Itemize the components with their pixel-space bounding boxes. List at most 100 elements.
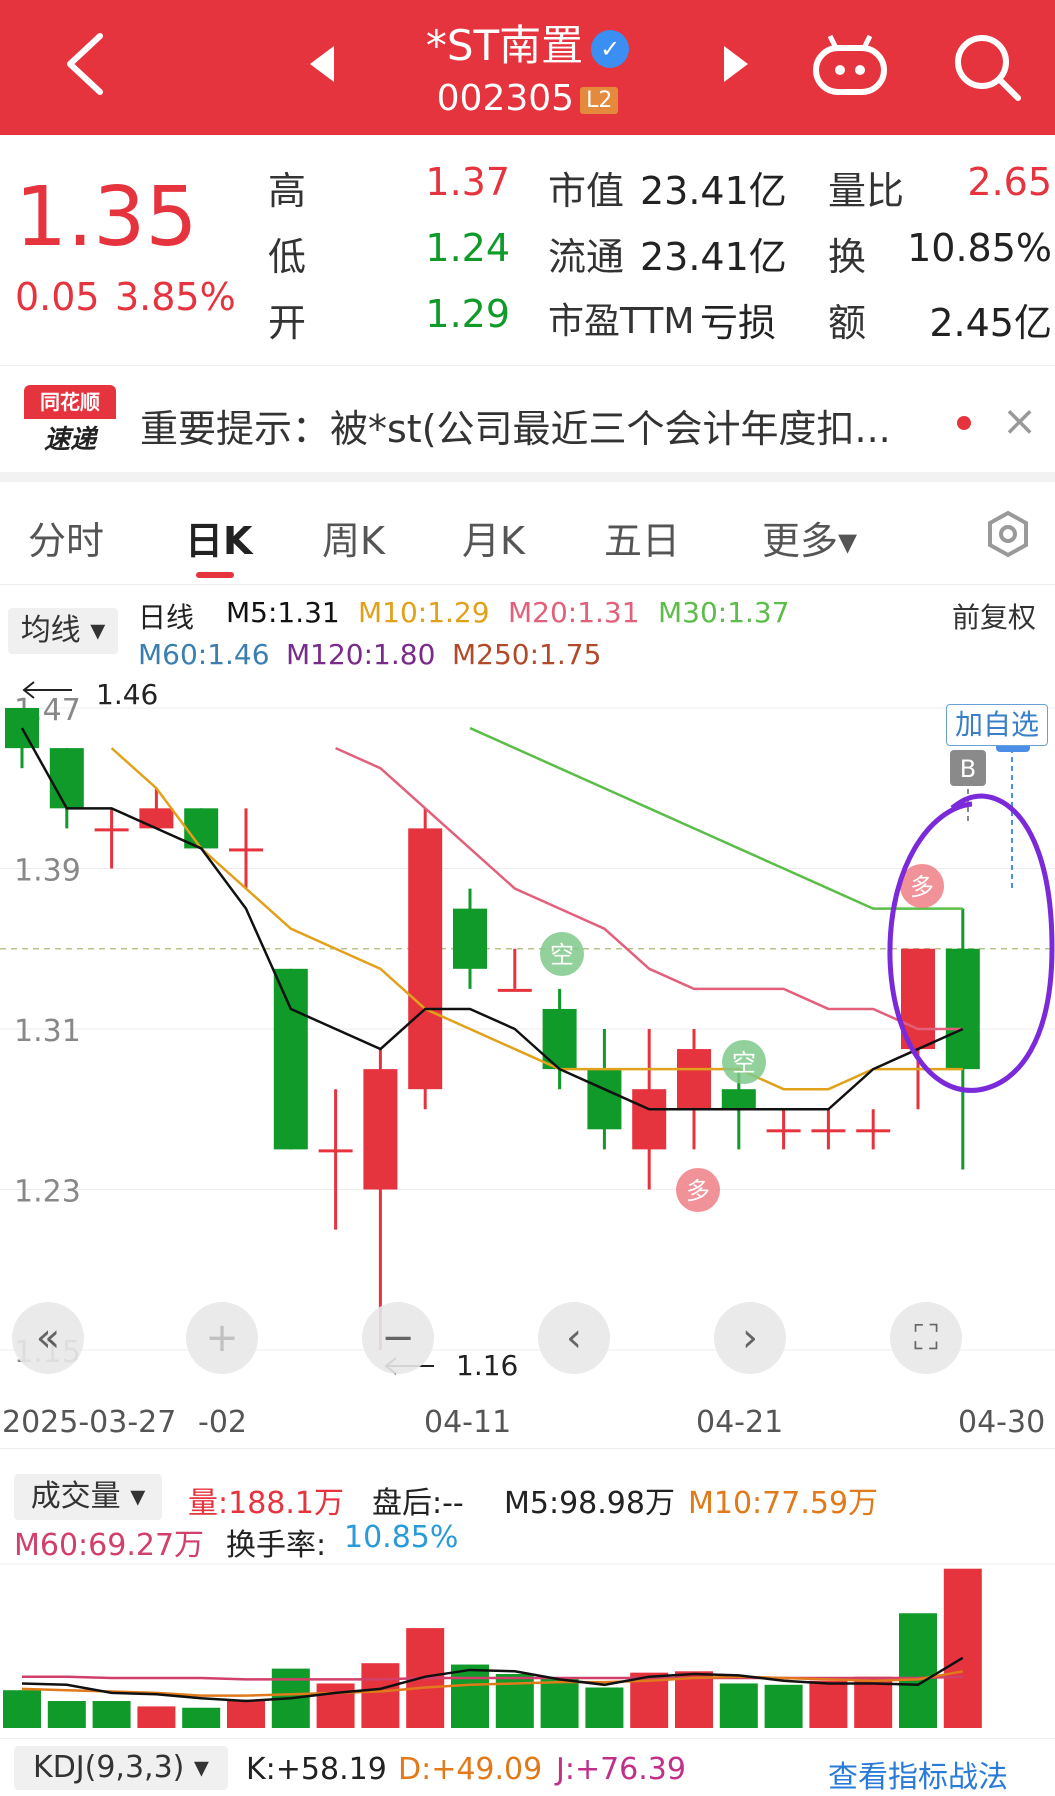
x-tick-label: 2025-03-27 bbox=[2, 1405, 177, 1440]
candle-body bbox=[677, 1049, 711, 1110]
tab-week-k[interactable]: 周K bbox=[322, 510, 385, 565]
y-tick-label: 1.39 bbox=[14, 854, 81, 889]
x-tick-label: 04-21 bbox=[696, 1405, 784, 1440]
tab-day-k[interactable]: 日K bbox=[185, 510, 252, 565]
turnover-label: 换 bbox=[828, 235, 867, 279]
candle-body bbox=[139, 808, 174, 829]
after-hours-value: 盘后:-- bbox=[372, 1486, 464, 1521]
turnover-value: 10.85% bbox=[907, 226, 1052, 270]
volume-bar bbox=[451, 1664, 489, 1728]
rewind-icon[interactable]: « bbox=[12, 1302, 84, 1374]
kline-chart[interactable]: 1.471.391.311.231.151.461.16空空多多SB bbox=[0, 678, 1055, 1383]
high-marker-label: 1.46 bbox=[96, 678, 158, 711]
level2-badge: L2 bbox=[580, 86, 619, 114]
pe-label: 市盈TTM bbox=[548, 301, 695, 342]
stock-code: 002305 L2 bbox=[0, 78, 1055, 119]
close-icon[interactable]: × bbox=[1002, 396, 1037, 445]
volume-bar bbox=[585, 1687, 624, 1728]
candle-body bbox=[587, 1069, 622, 1130]
ma120-value: M120:1.80 bbox=[286, 638, 436, 671]
candle-body bbox=[318, 1149, 353, 1153]
ma-selector[interactable]: 均线 ▾ bbox=[8, 608, 118, 654]
news-brand-logo: 同花顺 速递 bbox=[24, 385, 116, 463]
candle-body bbox=[945, 948, 980, 1070]
verified-icon: ✓ bbox=[591, 29, 630, 68]
volume-bar bbox=[137, 1706, 176, 1728]
ma30-value: M30:1.37 bbox=[658, 596, 790, 629]
amount-label: 额 bbox=[828, 301, 867, 345]
notice-text[interactable]: 重要提示：被*st(公司最近三个会计年度扣... bbox=[140, 398, 891, 453]
volume-bar bbox=[47, 1701, 86, 1728]
volume-bar bbox=[764, 1684, 803, 1728]
candle-body bbox=[49, 748, 84, 809]
volume-bar bbox=[182, 1707, 221, 1728]
ma5-line bbox=[20, 727, 964, 1111]
tab-more[interactable]: 更多▾ bbox=[762, 510, 857, 565]
duo-signal-badge-text: 多 bbox=[910, 873, 934, 901]
tab-fenshi[interactable]: 分时 bbox=[28, 510, 104, 565]
candle-body bbox=[229, 848, 263, 852]
buy-marker-text: B bbox=[960, 755, 976, 783]
high-label: 高 bbox=[268, 169, 307, 213]
kdj-d-value: D:+49.09 bbox=[398, 1752, 543, 1787]
candle-body bbox=[94, 828, 129, 832]
volume-value: 量:188.1万 bbox=[188, 1486, 344, 1521]
adjust-label[interactable]: 前复权 bbox=[952, 596, 1036, 636]
open-label: 开 bbox=[268, 301, 307, 345]
zoom-in-icon[interactable]: + bbox=[186, 1302, 258, 1374]
next-stock-icon[interactable] bbox=[722, 44, 750, 84]
y-tick-label: 1.31 bbox=[14, 1014, 81, 1049]
volume-bar bbox=[361, 1663, 400, 1728]
high-value: 1.37 bbox=[425, 160, 510, 204]
pe-value: 亏损 bbox=[700, 301, 777, 345]
ma60-value: M60:1.46 bbox=[138, 638, 270, 671]
tab-active-indicator bbox=[196, 572, 234, 578]
tab-five-day[interactable]: 五日 bbox=[604, 510, 680, 565]
x-tick-label: 04-30 bbox=[958, 1405, 1046, 1440]
volume-chart[interactable] bbox=[0, 1560, 1055, 1728]
float-label: 流通 bbox=[548, 235, 625, 279]
y-tick-label: 1.23 bbox=[14, 1175, 81, 1210]
candle-body bbox=[497, 988, 532, 992]
price-change: 0.05 bbox=[15, 275, 100, 319]
fullscreen-icon[interactable]: ⛶ bbox=[890, 1302, 962, 1374]
turnover-rate-label: 换手率: bbox=[226, 1528, 327, 1563]
ma5-value: M5:1.31 bbox=[226, 596, 340, 629]
volratio-value: 2.65 bbox=[967, 160, 1052, 204]
indicator-strategy-link[interactable]: 查看指标战法 bbox=[828, 1752, 1008, 1796]
tab-month-k[interactable]: 月K bbox=[462, 510, 525, 565]
volume-bar bbox=[943, 1568, 982, 1728]
candle-body bbox=[273, 968, 308, 1150]
volume-bar bbox=[92, 1701, 131, 1728]
vol-ma5-value: M5:98.98万 bbox=[504, 1486, 675, 1521]
vol-ma10-value: M10:77.59万 bbox=[688, 1486, 879, 1521]
candle-body bbox=[453, 908, 487, 969]
candle-body bbox=[363, 1069, 398, 1190]
ma30-line bbox=[469, 726, 963, 910]
settings-hex-icon[interactable] bbox=[984, 510, 1032, 558]
vol-ma60-value: M60:69.27万 bbox=[14, 1528, 205, 1563]
ma10-value: M10:1.29 bbox=[358, 596, 490, 629]
header-bar: *ST南置 ✓ 002305 L2 bbox=[0, 0, 1055, 135]
candle-body bbox=[408, 828, 443, 1090]
indicator-selector[interactable]: KDJ(9,3,3) ▾ bbox=[14, 1746, 228, 1790]
zoom-out-icon[interactable]: − bbox=[362, 1302, 434, 1374]
duo-signal-badge-text: 多 bbox=[686, 1177, 710, 1205]
volume-selector[interactable]: 成交量 ▾ bbox=[14, 1474, 162, 1520]
candle-body bbox=[766, 1129, 801, 1133]
float-value: 23.41亿 bbox=[640, 235, 787, 279]
chat-robot-icon[interactable] bbox=[812, 32, 888, 96]
turnover-rate-value: 10.85% bbox=[344, 1520, 459, 1555]
mktcap-label: 市值 bbox=[548, 169, 625, 213]
volume-bar bbox=[899, 1613, 937, 1728]
candle-body bbox=[856, 1129, 891, 1133]
unread-dot bbox=[957, 416, 971, 430]
scroll-right-icon[interactable]: › bbox=[714, 1302, 786, 1374]
add-watchlist-button[interactable]: 加自选 bbox=[946, 704, 1049, 746]
volratio-label: 量比 bbox=[828, 169, 905, 213]
ma-line-label: 日线 bbox=[138, 601, 195, 634]
open-value: 1.29 bbox=[425, 292, 510, 336]
search-icon[interactable] bbox=[952, 32, 1022, 102]
x-tick-label: 04-11 bbox=[424, 1405, 512, 1440]
scroll-left-icon[interactable]: ‹ bbox=[538, 1302, 610, 1374]
